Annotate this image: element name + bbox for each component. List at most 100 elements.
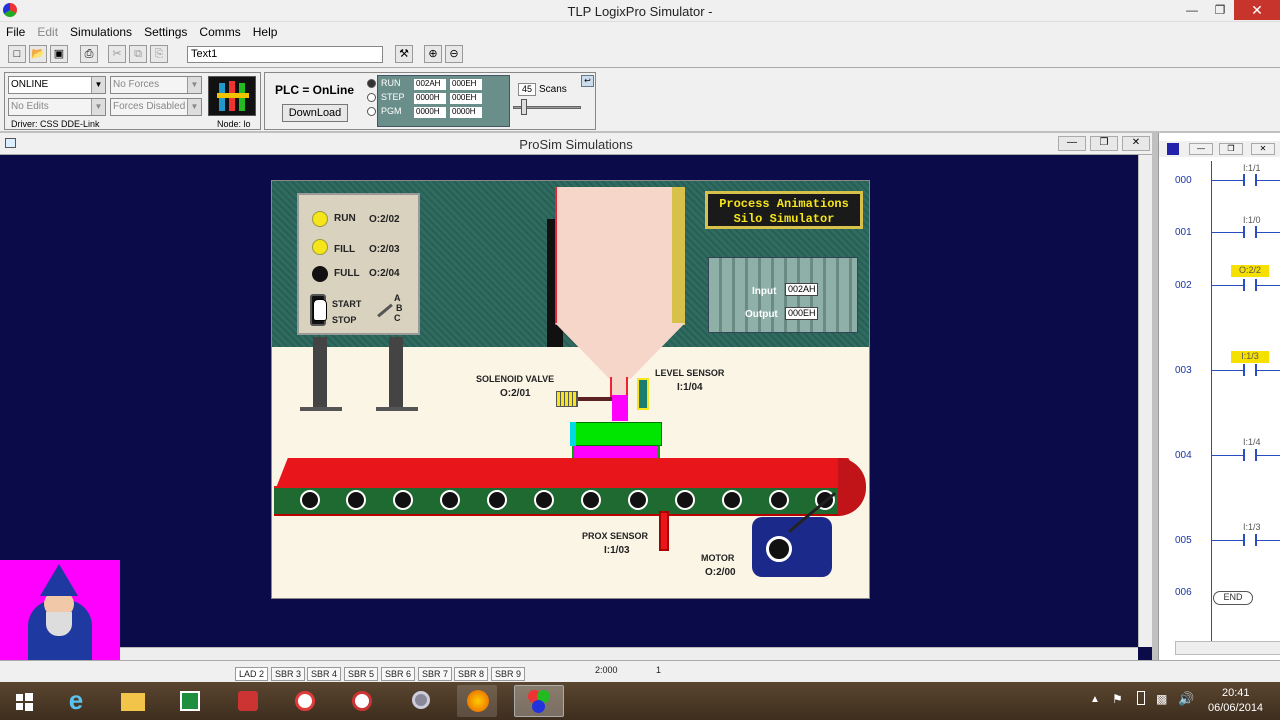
- paste-icon[interactable]: ⎘: [150, 45, 168, 63]
- tab-lad-2[interactable]: LAD 2: [235, 667, 269, 681]
- minimize-button[interactable]: —: [1178, 0, 1206, 20]
- plc-rack: [708, 257, 858, 333]
- logixpro-taskbar-icon[interactable]: [514, 685, 564, 717]
- firefox-icon[interactable]: [457, 685, 497, 717]
- start-label: START: [332, 299, 362, 309]
- panel-leg-left: [313, 337, 327, 409]
- tab-sbr-9[interactable]: SBR 9: [491, 667, 526, 681]
- banner-line-2: Silo Simulator: [733, 212, 835, 226]
- run-label: RUN: [381, 78, 401, 88]
- zoom-in-icon[interactable]: ⊕: [424, 45, 442, 63]
- pointer-hand-icon: [313, 299, 327, 321]
- close-button[interactable]: ✕: [1234, 0, 1280, 20]
- save-icon[interactable]: ▣: [50, 45, 68, 63]
- ladder-icon: [1167, 143, 1179, 155]
- status-cell-rung: 1: [656, 665, 662, 675]
- contact-address: I:1/4: [1243, 437, 1261, 447]
- menu-settings[interactable]: Settings: [138, 22, 193, 42]
- menu-simulations[interactable]: Simulations: [64, 22, 138, 42]
- menu-comms[interactable]: Comms: [193, 22, 246, 42]
- app-switch-icon[interactable]: [228, 685, 268, 717]
- banner-line-1: Process Animations: [719, 197, 849, 211]
- scans-value-field[interactable]: 45: [518, 83, 536, 96]
- conveyor-roller: [393, 490, 413, 510]
- text-field[interactable]: Text1: [187, 46, 383, 63]
- start-windows-icon[interactable]: [8, 685, 40, 717]
- clock-date[interactable]: 06/06/2014: [1208, 702, 1263, 714]
- input-label: Input: [752, 286, 777, 297]
- print-icon[interactable]: ⎙: [80, 45, 98, 63]
- step-radio[interactable]: [367, 93, 376, 102]
- panel-leg-right: [389, 337, 403, 409]
- flag-icon[interactable]: ⚑: [1112, 692, 1123, 706]
- ladder-restore-button[interactable]: ❐: [1219, 143, 1243, 155]
- ladder-minimize-button[interactable]: —: [1189, 143, 1213, 155]
- internet-explorer-icon[interactable]: e: [56, 685, 96, 717]
- webcam-icon[interactable]: [400, 685, 440, 717]
- contact-symbol: [1243, 174, 1257, 186]
- refresh-app-icon[interactable]: [342, 685, 382, 717]
- volume-icon[interactable]: 🔊: [1178, 691, 1194, 707]
- tools-icon[interactable]: ⚒: [395, 45, 413, 63]
- prosim-title: ProSim Simulations: [519, 137, 633, 152]
- tab-sbr-8[interactable]: SBR 8: [454, 667, 489, 681]
- restore-button[interactable]: ❐: [1206, 0, 1234, 20]
- prox-sensor-address: I:1/03: [604, 545, 630, 556]
- mode-select[interactable]: ONLINE ▼: [8, 76, 106, 94]
- conveyor-roller: [628, 490, 648, 510]
- tab-sbr-3[interactable]: SBR 3: [271, 667, 306, 681]
- wizard-hat: [40, 564, 78, 596]
- battery-icon[interactable]: [1137, 691, 1145, 705]
- prosim-restore-button[interactable]: ❐: [1090, 136, 1118, 151]
- contact-symbol: [1243, 364, 1257, 376]
- conveyor-roller: [440, 490, 460, 510]
- pgm-radio[interactable]: [367, 107, 376, 116]
- full-lamp: [312, 266, 328, 282]
- run-radio[interactable]: [367, 79, 376, 88]
- register-2: 000EH: [450, 79, 482, 90]
- status-cell-address: 2:000: [595, 665, 618, 675]
- scan-slider-thumb[interactable]: [521, 99, 527, 115]
- conveyor-end: [838, 458, 866, 516]
- file-explorer-icon[interactable]: [113, 685, 153, 717]
- conveyor-roller: [722, 490, 742, 510]
- cut-icon[interactable]: ✂: [108, 45, 126, 63]
- menu-help[interactable]: Help: [247, 22, 284, 42]
- clock-time[interactable]: 20:41: [1222, 687, 1250, 699]
- edits-select[interactable]: No Edits ▼: [8, 98, 106, 116]
- panel-foot-right: [376, 407, 418, 411]
- new-file-icon[interactable]: □: [8, 45, 26, 63]
- ladder-close-button[interactable]: ✕: [1251, 143, 1275, 155]
- show-hidden-icons[interactable]: ▲: [1090, 694, 1100, 705]
- copy-icon[interactable]: ⧉: [129, 45, 147, 63]
- prosim-close-button[interactable]: ✕: [1122, 136, 1150, 151]
- conveyor-roller: [675, 490, 695, 510]
- ladder-horizontal-scrollbar[interactable]: [1175, 641, 1280, 655]
- network-icon[interactable]: ▩: [1156, 692, 1167, 706]
- menu-file[interactable]: File: [0, 22, 31, 42]
- silo-tank: [555, 187, 685, 325]
- tab-sbr-6[interactable]: SBR 6: [381, 667, 416, 681]
- rung-number: 001: [1175, 227, 1192, 238]
- zoom-out-icon[interactable]: ⊖: [445, 45, 463, 63]
- prosim-vertical-scrollbar[interactable]: [1138, 155, 1152, 647]
- stop-label: STOP: [332, 315, 357, 325]
- left-power-rail: [1211, 161, 1212, 641]
- rung-number: 000: [1175, 175, 1192, 186]
- menu-edit[interactable]: Edit: [31, 22, 64, 42]
- panel-toggle-icon[interactable]: ↩: [581, 75, 594, 87]
- store-icon[interactable]: [170, 685, 210, 717]
- motor-address: O:2/00: [705, 567, 736, 578]
- prosim-horizontal-scrollbar[interactable]: [120, 647, 1138, 660]
- tab-sbr-4[interactable]: SBR 4: [307, 667, 342, 681]
- prosim-minimize-button[interactable]: —: [1058, 136, 1086, 151]
- download-button[interactable]: DownLoad: [282, 104, 348, 122]
- sync-icon[interactable]: [285, 685, 325, 717]
- forces-select[interactable]: No Forces ▼: [110, 76, 202, 94]
- tab-sbr-5[interactable]: SBR 5: [344, 667, 379, 681]
- tab-sbr-7[interactable]: SBR 7: [418, 667, 453, 681]
- contact-symbol: [1243, 534, 1257, 546]
- prox-sensor: [659, 511, 669, 551]
- forces-disabled-select[interactable]: Forces Disabled ▼: [110, 98, 202, 116]
- open-folder-icon[interactable]: 📂: [29, 45, 47, 63]
